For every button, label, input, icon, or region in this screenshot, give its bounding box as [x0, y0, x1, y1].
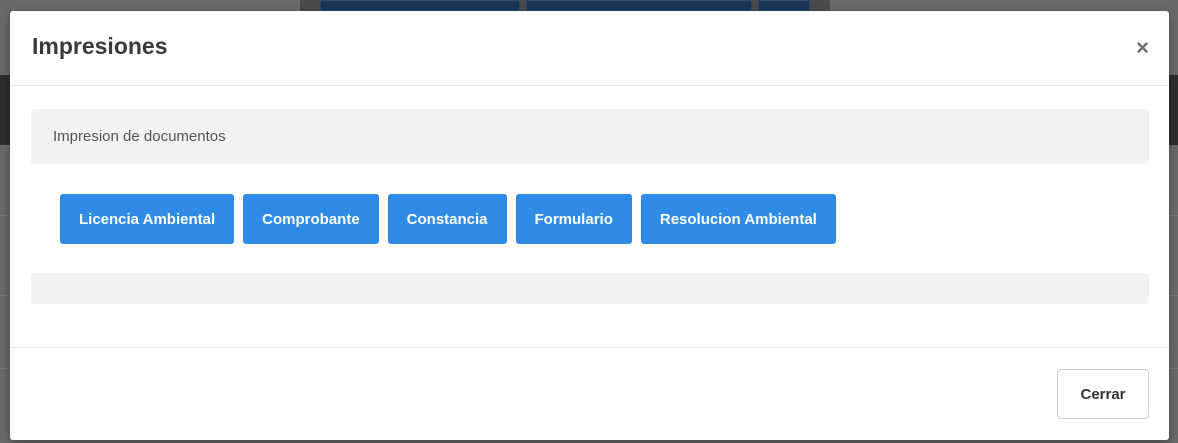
- resolucion-ambiental-button[interactable]: Resolucion Ambiental: [640, 194, 836, 244]
- panel-footer: [31, 273, 1149, 304]
- licencia-ambiental-button[interactable]: Licencia Ambiental: [60, 194, 235, 244]
- section-heading: Impresion de documentos: [53, 128, 226, 145]
- cerrar-button[interactable]: Cerrar: [1057, 369, 1149, 419]
- background-chip: [320, 0, 520, 11]
- modal-title: Impresiones: [32, 33, 168, 59]
- background-chip: [758, 0, 810, 11]
- background-chip: [526, 0, 752, 11]
- formulario-button[interactable]: Formulario: [515, 194, 632, 244]
- print-modal: Impresiones × Impresion de documentos Li…: [10, 11, 1169, 440]
- modal-footer-divider: [10, 347, 1169, 348]
- comprobante-button[interactable]: Comprobante: [243, 194, 379, 244]
- modal-header: Impresiones ×: [10, 11, 1169, 86]
- constancia-button[interactable]: Constancia: [387, 194, 507, 244]
- close-icon[interactable]: ×: [1136, 37, 1149, 59]
- document-buttons: Licencia Ambiental Comprobante Constanci…: [60, 194, 836, 244]
- panel-heading: Impresion de documentos: [31, 109, 1149, 164]
